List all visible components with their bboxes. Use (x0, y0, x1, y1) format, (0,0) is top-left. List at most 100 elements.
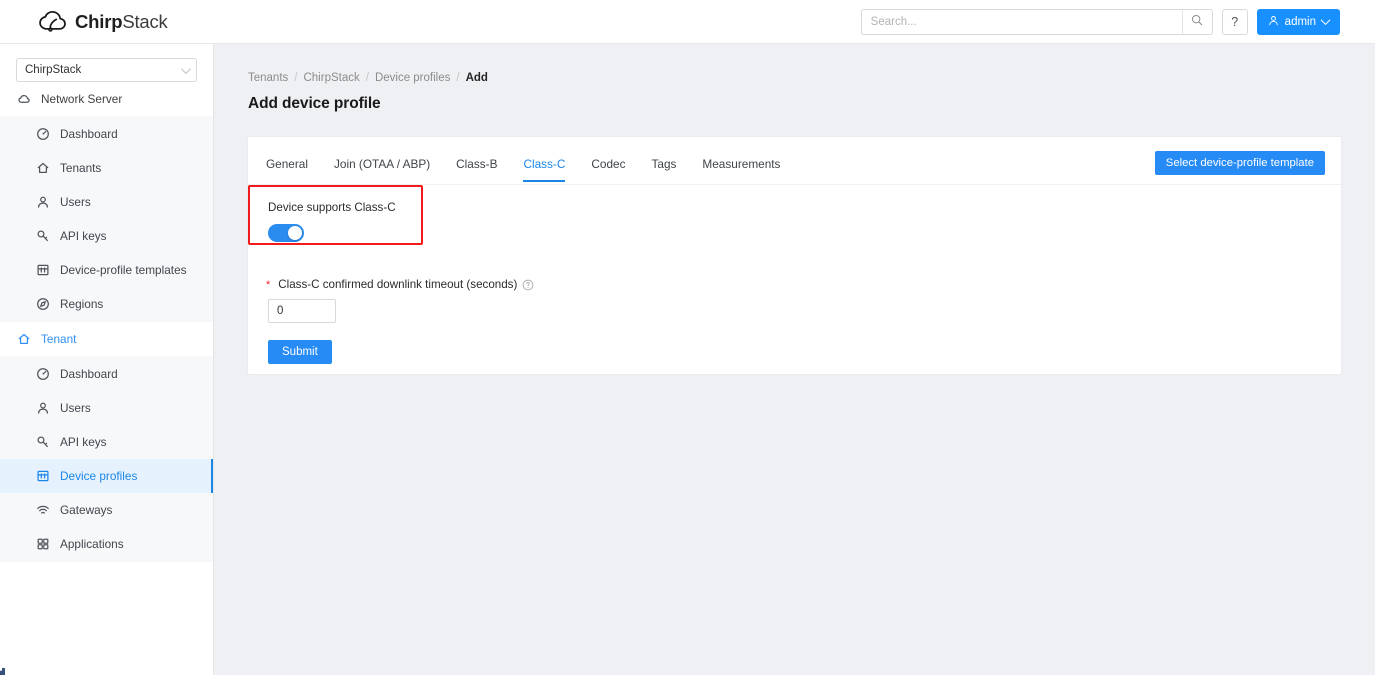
breadcrumb-item-add: Add (466, 72, 488, 84)
sidebar-item-label: API keys (60, 229, 107, 243)
breadcrumb-item-tenants[interactable]: Tenants (248, 72, 288, 84)
sidebar-filler (0, 562, 213, 658)
dashboard-gauge-icon (36, 127, 50, 141)
timeout-field-label: Class-C confirmed downlink timeout (seco… (278, 278, 517, 291)
home-icon (36, 161, 50, 175)
tab-measurements[interactable]: Measurements (702, 157, 780, 181)
help-button[interactable]: ? (1222, 9, 1248, 35)
sidebar-item-applications[interactable]: Applications (0, 527, 213, 561)
brand-name-bold: Chirp (75, 11, 122, 32)
sidebar-item-device-profiles[interactable]: Device profiles (0, 459, 213, 493)
device-profile-card: General Join (OTAA / ABP) Class-B Class-C Co… (248, 137, 1341, 374)
apps-grid-icon (36, 537, 50, 551)
sidebar-group-label: Network Server (41, 92, 122, 106)
select-device-profile-template-button[interactable]: Select device-profile template (1155, 151, 1325, 175)
class-c-form: Device supports Class-C * Class-C confir… (248, 185, 1341, 364)
sidebar-item-label: Users (60, 195, 91, 209)
home-icon (17, 332, 31, 346)
class-c-timeout-input[interactable] (268, 299, 336, 323)
timeout-label-row: * Class-C confirmed downlink timeout (se… (266, 278, 1323, 291)
account-label: admin (1285, 16, 1316, 28)
sidebar-item-tenants[interactable]: Tenants (0, 151, 213, 185)
breadcrumb-separator: / (294, 72, 297, 84)
breadcrumb-item-chirpstack[interactable]: ChirpStack (303, 72, 359, 84)
sidebar-group-0: Network Server Dashboard Tenants Users API k… (0, 82, 213, 322)
brand-wordmark: ChirpStack (75, 11, 168, 33)
search-button[interactable] (1182, 10, 1212, 34)
chevron-down-icon (1321, 15, 1331, 25)
sidebar-item-device-profile-templates[interactable]: Device-profile templates (0, 253, 213, 287)
sidebar-item-label: Dashboard (60, 127, 118, 141)
cloud-icon (17, 92, 31, 106)
sidebar-group-header-tenant[interactable]: Tenant (0, 322, 213, 356)
timeout-field-block: * Class-C confirmed downlink timeout (se… (266, 278, 1323, 323)
user-icon (1268, 15, 1279, 29)
sidebar-item-dashboard[interactable]: Dashboard (0, 357, 213, 391)
top-header: ChirpStack ? admin (0, 0, 1375, 44)
brand-logo-group[interactable]: ChirpStack (38, 10, 168, 34)
toggle-knob (288, 226, 302, 240)
sidebar-item-gateways[interactable]: Gateways (0, 493, 213, 527)
sidebar-item-label: Tenants (60, 161, 101, 175)
header-actions: ? admin (861, 9, 1340, 35)
sidebar-item-label: Regions (60, 297, 103, 311)
tab-bar: General Join (OTAA / ABP) Class-B Class-C Co… (248, 137, 1341, 185)
key-icon (36, 435, 50, 449)
compass-icon (36, 297, 50, 311)
sidebar-nav: Network Server Dashboard Tenants Users API k… (0, 82, 213, 562)
dashboard-gauge-icon (36, 367, 50, 381)
class-c-toggle-label: Device supports Class-C (268, 201, 1323, 214)
template-grid-icon (36, 263, 50, 277)
wifi-icon (36, 503, 50, 517)
required-marker: * (266, 279, 270, 291)
breadcrumb-item-device-profiles[interactable]: Device profiles (375, 72, 450, 84)
search-box[interactable] (861, 9, 1213, 35)
sidebar-item-label: API keys (60, 435, 107, 449)
tenant-selector-value: ChirpStack (25, 64, 81, 76)
key-icon (36, 229, 50, 243)
main-content: Tenants / ChirpStack / Device profiles / Add A… (214, 44, 1375, 675)
template-grid-icon (36, 469, 50, 483)
sidebar-item-regions[interactable]: Regions (0, 287, 213, 321)
tab-join-otaa-abp-[interactable]: Join (OTAA / ABP) (334, 157, 430, 181)
search-icon (1191, 14, 1203, 29)
sidebar-item-label: Dashboard (60, 367, 118, 381)
device-supports-class-c-toggle[interactable] (268, 224, 304, 242)
sidebar-group-label: Tenant (41, 332, 76, 346)
sidebar: ChirpStack Network ServerDashboardTenant… (0, 44, 214, 675)
submit-button[interactable]: Submit (268, 340, 332, 364)
tab-class-b[interactable]: Class-B (456, 157, 497, 181)
user-icon (36, 401, 50, 415)
sidebar-item-users[interactable]: Users (0, 185, 213, 219)
cloud-chirp-logo-icon (38, 10, 68, 34)
sidebar-item-label: Device-profile templates (60, 263, 187, 277)
brand-name-light: Stack (122, 11, 167, 32)
chevron-down-icon (181, 64, 191, 74)
sidebar-item-api-keys[interactable]: API keys (0, 219, 213, 253)
account-menu-button[interactable]: admin (1257, 9, 1340, 35)
page-title: Add device profile (248, 95, 1375, 113)
sidebar-group-header-network-server[interactable]: Network Server (0, 82, 213, 116)
sidebar-item-users[interactable]: Users (0, 391, 213, 425)
sidebar-item-label: Users (60, 401, 91, 415)
tab-tags[interactable]: Tags (652, 157, 677, 181)
breadcrumb-separator: / (456, 72, 459, 84)
tab-class-c[interactable]: Class-C (523, 157, 565, 181)
sidebar-item-api-keys[interactable]: API keys (0, 425, 213, 459)
sidebar-subitems: Dashboard Tenants Users API keys Device-prof… (0, 116, 213, 322)
tenant-selector[interactable]: ChirpStack (16, 58, 197, 82)
user-icon (36, 195, 50, 209)
tab-general[interactable]: General (266, 157, 308, 181)
sidebar-item-label: Gateways (60, 503, 112, 517)
tab-codec[interactable]: Codec (591, 157, 625, 181)
sidebar-item-label: Applications (60, 537, 124, 551)
question-circle-icon[interactable] (522, 279, 534, 291)
breadcrumb-separator: / (366, 72, 369, 84)
scroll-corner-artifact (0, 668, 5, 675)
sidebar-item-label: Device profiles (60, 469, 137, 483)
search-input[interactable] (862, 10, 1182, 34)
sidebar-subitems: Dashboard Users API keys Device profiles Gat… (0, 356, 213, 562)
breadcrumb: Tenants / ChirpStack / Device profiles / Add (248, 72, 1375, 84)
sidebar-item-dashboard[interactable]: Dashboard (0, 117, 213, 151)
sidebar-group-1: Tenant Dashboard Users API keys Device profi… (0, 322, 213, 562)
